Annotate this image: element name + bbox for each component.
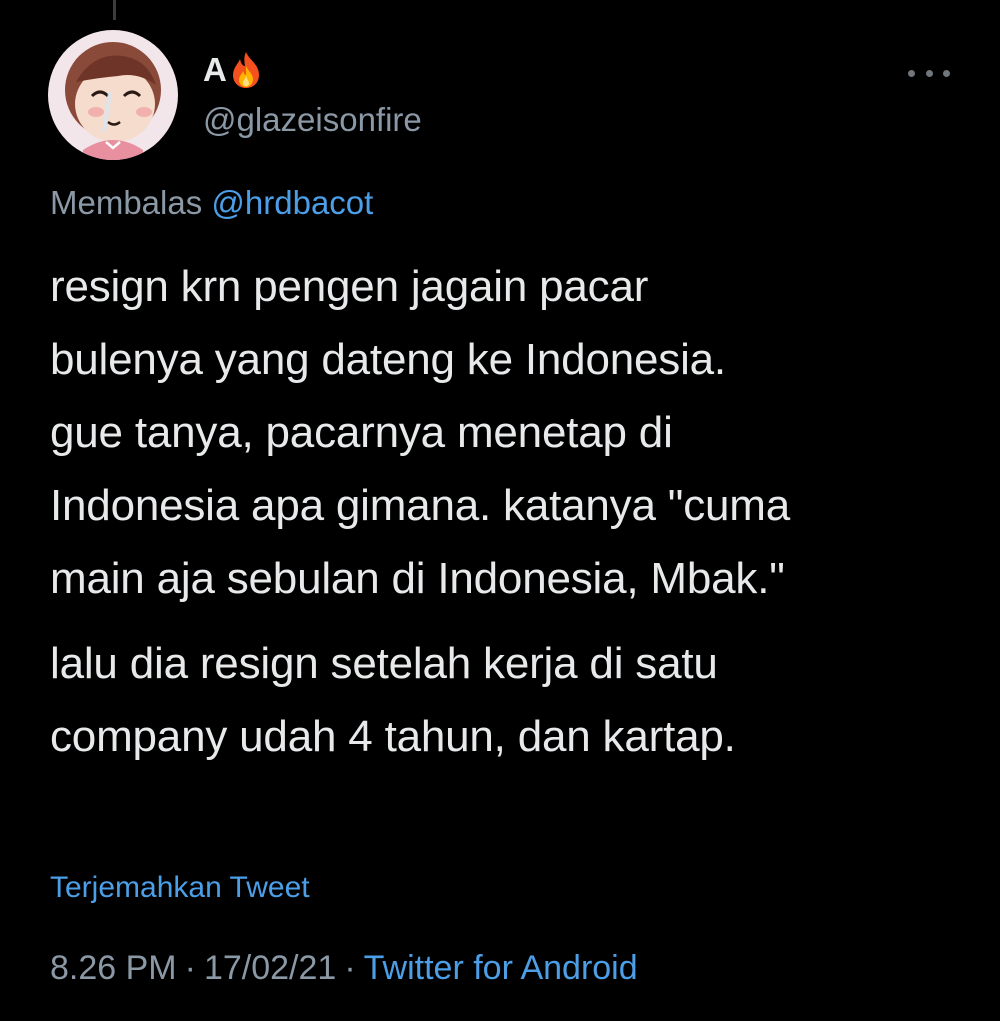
tweet-text: resign krn pengen jagain pacar bulenya y… (50, 250, 970, 773)
avatar[interactable] (48, 30, 178, 160)
tweet-date[interactable]: 17/02/21 (204, 949, 336, 987)
meta-separator: · (184, 949, 196, 987)
tweet-paragraph: lalu dia resign setelah kerja di satu co… (50, 639, 736, 761)
dot (943, 69, 950, 77)
tweet-time[interactable]: 8.26 PM (50, 949, 177, 987)
meta-separator: · (344, 949, 356, 987)
author-display-name: A (203, 51, 227, 88)
dot (908, 69, 915, 77)
tweet-source-link[interactable]: Twitter for Android (364, 949, 638, 987)
tweet-paragraph: resign krn pengen jagain pacar bulenya y… (50, 262, 790, 603)
fire-icon (231, 51, 261, 89)
reply-context: Membalas @hrdbacot (50, 182, 373, 224)
author-handle[interactable]: @glazeisonfire (203, 100, 422, 140)
more-options-icon[interactable] (908, 58, 950, 88)
tweet-metadata: 8.26 PM · 17/02/21 · Twitter for Android (50, 945, 638, 991)
author-name-row[interactable]: A (203, 50, 261, 90)
avatar-image (48, 30, 178, 160)
reply-mention-link[interactable]: @hrdbacot (211, 184, 373, 221)
thread-connector-line (113, 0, 116, 20)
reply-prefix: Membalas (50, 184, 203, 221)
translate-tweet-link[interactable]: Terjemahkan Tweet (50, 868, 310, 908)
dot (925, 69, 933, 77)
